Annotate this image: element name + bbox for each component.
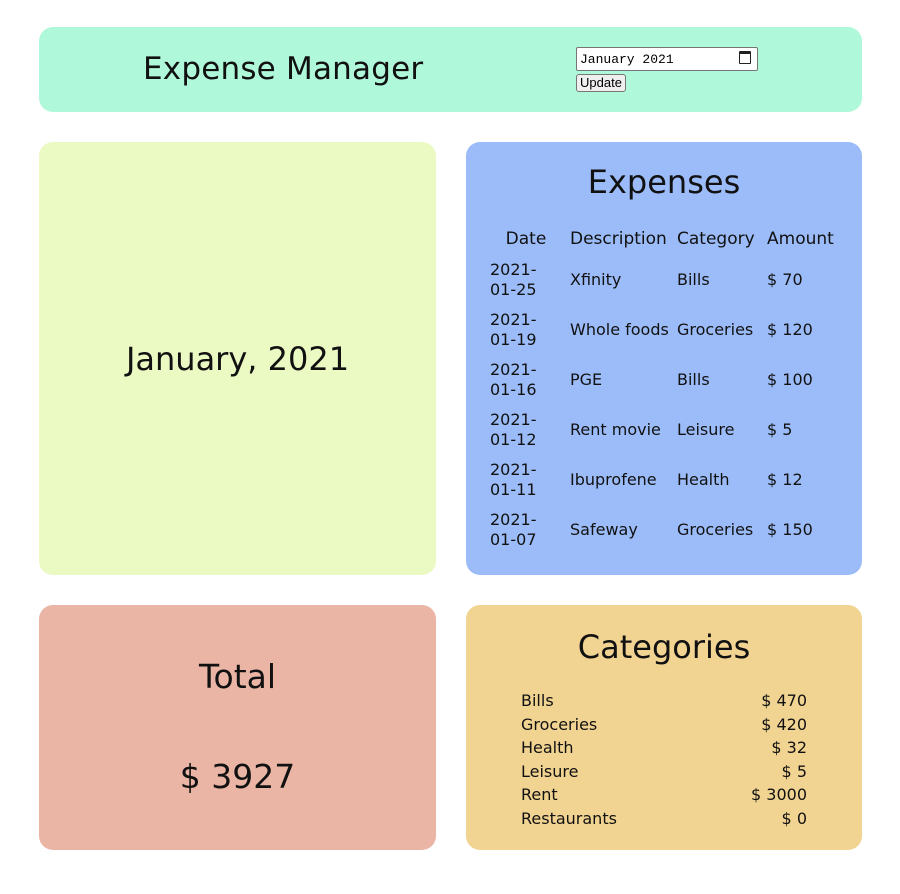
app-title: Expense Manager	[143, 51, 424, 87]
column-header-description: Description	[570, 228, 667, 249]
category-item: Health $ 32	[521, 736, 807, 760]
expenses-title: Expenses	[587, 163, 741, 201]
category-name: Restaurants	[521, 808, 617, 828]
categories-title: Categories	[577, 628, 751, 666]
category-amount: $ 470	[761, 691, 807, 710]
category-name: Bills	[521, 691, 554, 710]
expense-row: 2021-01-12 Rent movie Leisure $ 5	[486, 405, 841, 455]
expense-date: 2021-01-11	[490, 460, 537, 499]
month-panel: January, 2021	[39, 142, 436, 575]
expense-row: 2021-01-19 Whole foods Groceries $ 120	[486, 305, 841, 355]
expense-description: Whole foods	[570, 320, 669, 339]
total-panel: Total $ 3927	[39, 605, 436, 850]
update-button[interactable]: Update	[576, 74, 626, 92]
category-amount: $ 32	[771, 738, 807, 758]
expense-category: Health	[677, 470, 730, 489]
expense-description: Safeway	[570, 520, 638, 539]
expense-description: Rent movie	[570, 420, 661, 439]
category-name: Health	[521, 738, 574, 758]
expenses-panel: Expenses Date Description Category Amoun…	[466, 142, 862, 575]
category-item: Groceries $ 420	[521, 713, 807, 737]
category-item: Restaurants $ 0	[521, 807, 807, 831]
expenses-header-row: Date Description Category Amount	[486, 222, 841, 255]
category-name: Rent	[521, 785, 558, 805]
expense-date: 2021-01-16	[490, 360, 537, 399]
expense-description: Ibuprofene	[570, 470, 657, 489]
selected-month-label: January, 2021	[125, 340, 350, 378]
expense-amount: $ 150	[767, 520, 813, 539]
expense-amount: $ 5	[767, 420, 793, 439]
category-name: Leisure	[521, 761, 579, 781]
total-value: $ 3927	[179, 757, 296, 796]
category-amount: $ 5	[781, 761, 807, 781]
expense-row: 2021-01-16 PGE Bills $ 100	[486, 355, 841, 405]
expense-row: 2021-01-11 Ibuprofene Health $ 12	[486, 455, 841, 505]
expense-category: Groceries	[677, 320, 754, 339]
expense-amount: $ 100	[767, 370, 813, 389]
expense-row: 2021-01-25 Xfinity Bills $ 70	[486, 255, 841, 305]
expense-amount: $ 12	[767, 470, 803, 489]
expense-description: Xfinity	[570, 270, 622, 289]
category-name: Groceries	[521, 714, 598, 734]
expense-category: Bills	[677, 270, 710, 289]
expense-date: 2021-01-19	[490, 310, 537, 349]
expense-category: Groceries	[677, 520, 754, 539]
expense-date: 2021-01-07	[490, 510, 537, 549]
expense-date: 2021-01-12	[490, 410, 537, 449]
category-item: Leisure $ 5	[521, 760, 807, 784]
expense-row: 2021-01-07 Safeway Groceries $ 150	[486, 505, 841, 555]
header-panel: Expense Manager Update	[39, 27, 862, 112]
expense-category: Leisure	[677, 420, 735, 439]
categories-list: Bills $ 470 Groceries $ 420 Health $ 32 …	[521, 689, 807, 831]
category-amount: $ 420	[761, 714, 807, 734]
column-header-amount: Amount	[767, 228, 834, 249]
category-item: Bills $ 470	[521, 689, 807, 713]
expense-amount: $ 120	[767, 320, 813, 339]
month-input[interactable]	[576, 47, 758, 71]
category-amount: $ 3000	[751, 785, 807, 805]
category-amount: $ 0	[781, 808, 807, 828]
categories-panel: Categories Bills $ 470 Groceries $ 420 H…	[466, 605, 862, 850]
column-header-category: Category	[677, 228, 755, 249]
category-item: Rent $ 3000	[521, 783, 807, 807]
expense-amount: $ 70	[767, 270, 803, 289]
column-header-date: Date	[505, 228, 547, 249]
expenses-table: Date Description Category Amount 2021-01…	[486, 222, 841, 555]
expense-description: PGE	[570, 370, 603, 389]
total-title: Total	[198, 657, 277, 696]
expense-date: 2021-01-25	[490, 260, 537, 299]
expense-category: Bills	[677, 370, 710, 389]
